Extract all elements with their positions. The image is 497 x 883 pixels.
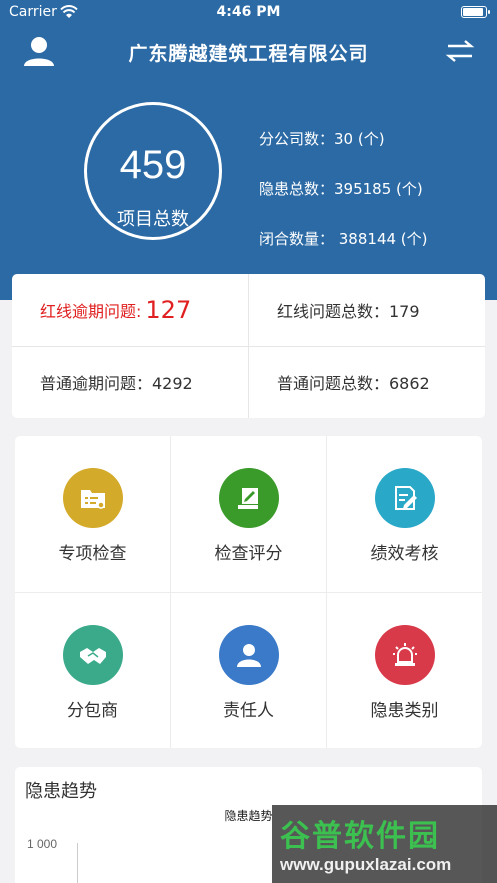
module-special-inspection[interactable]: 专项检查 bbox=[15, 436, 170, 592]
redline-overdue-label: 红线逾期问题: bbox=[40, 302, 142, 321]
module-label: 分包商 bbox=[67, 701, 118, 721]
y-tick-label: 1 000 bbox=[27, 837, 58, 851]
total-projects-label: 项目总数 bbox=[117, 209, 189, 230]
module-label: 检查评分 bbox=[214, 544, 283, 564]
header-banner: Carrier 4:46 PM 广东腾越建筑工程有限公司 459 项目总数 分公… bbox=[0, 0, 497, 300]
redline-total[interactable]: 红线问题总数：179 bbox=[249, 274, 485, 346]
status-bar: Carrier 4:46 PM bbox=[0, 0, 497, 26]
hazard-total: 隐患总数：395185 (个) bbox=[259, 180, 423, 198]
closed-count: 闭合数量： 388144 (个) bbox=[259, 230, 428, 248]
handshake-icon bbox=[63, 625, 123, 685]
company-title: 广东腾越建筑工程有限公司 bbox=[128, 43, 369, 65]
watermark-url: www.gupuxlazai.com bbox=[280, 855, 452, 874]
module-subcontractor[interactable]: 分包商 bbox=[15, 593, 170, 749]
alarm-icon bbox=[375, 625, 435, 685]
normal-total[interactable]: 普通问题总数：6862 bbox=[249, 346, 485, 418]
module-inspection-score[interactable]: 检查评分 bbox=[171, 436, 326, 592]
redline-overdue-value: 127 bbox=[145, 296, 192, 324]
module-label: 绩效考核 bbox=[370, 544, 439, 564]
watermark-brand: 谷普软件园 bbox=[280, 819, 440, 854]
normal-overdue-text: 普通逾期问题：4292 bbox=[40, 374, 193, 393]
module-hazard-category[interactable]: 隐患类别 bbox=[327, 593, 482, 749]
branch-count: 分公司数：30 (个) bbox=[259, 130, 385, 148]
module-label: 隐患类别 bbox=[370, 701, 439, 721]
y-axis bbox=[77, 843, 78, 883]
module-performance-review[interactable]: 绩效考核 bbox=[327, 436, 482, 592]
total-projects-value: 459 bbox=[119, 143, 187, 187]
total-projects-circle[interactable]: 459 项目总数 bbox=[84, 102, 222, 240]
status-time: 4:46 PM bbox=[216, 4, 281, 20]
redline-total-text: 红线问题总数：179 bbox=[277, 302, 420, 321]
module-responsible-person[interactable]: 责任人 bbox=[171, 593, 326, 749]
person-icon bbox=[219, 625, 279, 685]
battery-icon bbox=[461, 6, 490, 18]
document-edit-icon bbox=[375, 468, 435, 528]
normal-total-text: 普通问题总数：6862 bbox=[277, 374, 430, 393]
issues-card: 红线逾期问题: 127 红线问题总数：179 普通逾期问题：4292 普通问题总… bbox=[12, 274, 485, 418]
module-label: 专项检查 bbox=[58, 544, 127, 564]
redline-overdue[interactable]: 红线逾期问题: 127 bbox=[12, 274, 248, 346]
switch-icon[interactable] bbox=[445, 38, 475, 64]
divider bbox=[12, 346, 485, 347]
module-grid: 专项检查 检查评分 绩效考核 分包商 责任人 隐患类别 bbox=[15, 436, 482, 748]
scroll-pen-icon bbox=[219, 468, 279, 528]
trend-section-title: 隐患趋势 bbox=[25, 781, 97, 802]
nav-bar: 广东腾越建筑工程有限公司 bbox=[0, 30, 497, 74]
folder-settings-icon bbox=[63, 468, 123, 528]
watermark-overlay: 谷普软件园 www.gupuxlazai.com bbox=[272, 805, 497, 883]
normal-overdue[interactable]: 普通逾期问题：4292 bbox=[12, 346, 248, 418]
module-label: 责任人 bbox=[223, 701, 274, 721]
